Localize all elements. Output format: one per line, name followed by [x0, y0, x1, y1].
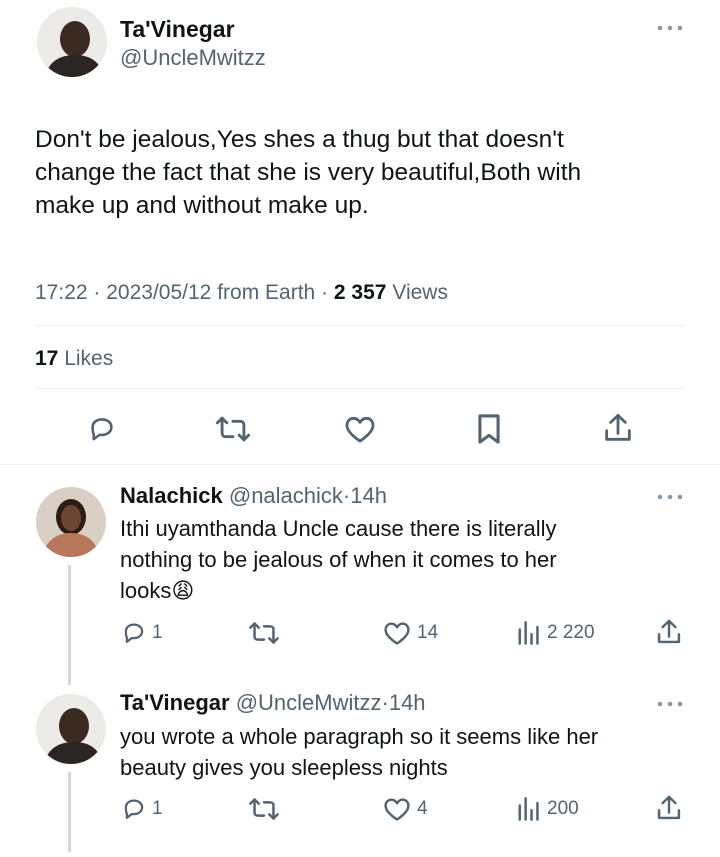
tweet-text-line: change the fact that she is very beautif…	[35, 159, 582, 186]
more-icon[interactable]	[655, 694, 685, 714]
author-handle[interactable]: @UncleMwitzz	[236, 690, 382, 715]
thread-line	[68, 772, 71, 852]
author-handle[interactable]: @UncleMwitzz	[120, 44, 266, 72]
share-button[interactable]	[600, 409, 636, 447]
tweet-meta: 17:22 · 2023/05/12 from Earth · 2 357 Vi…	[35, 279, 448, 307]
retweet-icon	[249, 622, 279, 644]
share-icon	[605, 413, 631, 441]
tweet-time[interactable]: 17:22	[35, 281, 88, 304]
retweet-icon	[215, 416, 251, 442]
avatar[interactable]	[36, 487, 106, 557]
reply-header: Ta'Vinegar @UncleMwitzz·14h	[120, 689, 426, 717]
separator: ·	[93, 281, 101, 304]
tweet-text-line: Don't be jealous,Yes shes a thug but tha…	[35, 126, 564, 153]
retweet-button[interactable]	[248, 795, 280, 823]
share-button[interactable]	[656, 617, 682, 647]
reply-button[interactable]: 1	[120, 619, 163, 647]
reply-text-line: looks	[120, 578, 172, 603]
retweet-icon	[249, 798, 279, 820]
reply-count: 1	[152, 622, 163, 643]
views-label: Views	[392, 281, 448, 304]
separator: ·	[381, 690, 389, 715]
divider	[35, 325, 685, 326]
like-button[interactable]	[342, 411, 378, 447]
reply-icon	[91, 418, 113, 441]
avatar[interactable]	[37, 7, 107, 77]
views-icon	[518, 621, 539, 645]
view-count: 2 220	[547, 622, 595, 643]
tweet-date[interactable]: 2023/05/12	[106, 281, 211, 304]
retweet-button[interactable]	[248, 619, 280, 647]
separator: ·	[321, 281, 329, 304]
reply-header: Nalachick @nalachick·14h	[120, 482, 387, 510]
reply-text-line: Ithi uyamthanda Uncle cause there is lit…	[120, 516, 557, 541]
more-icon[interactable]	[655, 18, 685, 38]
share-icon	[657, 619, 681, 644]
weary-face-emoji: 😩	[171, 578, 195, 603]
reply-actions: 1 14 2 220	[120, 617, 690, 649]
reply-text: Ithi uyamthanda Uncle cause there is lit…	[120, 513, 700, 606]
reply-icon	[124, 799, 144, 819]
views-button[interactable]: 2 220	[515, 619, 595, 647]
reply-text-line: you wrote a whole paragraph so it seems …	[120, 724, 599, 749]
views-button[interactable]: 200	[515, 795, 579, 823]
views-count: 2 357	[333, 281, 387, 304]
reply-text-line: beauty gives you sleepless nights	[120, 755, 448, 780]
likes-count: 17	[35, 347, 59, 370]
like-icon	[384, 798, 410, 821]
reply-text: you wrote a whole paragraph so it seems …	[120, 721, 700, 783]
share-button[interactable]	[656, 793, 682, 823]
like-icon	[345, 416, 375, 443]
likes-label: Likes	[64, 347, 114, 370]
reply-actions: 1 4 200	[120, 793, 690, 825]
like-icon	[384, 622, 410, 645]
view-count: 200	[547, 798, 579, 819]
bookmark-button[interactable]	[471, 411, 507, 447]
author-name[interactable]: Ta'Vinegar	[120, 690, 230, 715]
reply-age[interactable]: 14h	[350, 483, 387, 508]
author-name[interactable]: Ta'Vinegar	[120, 15, 235, 43]
divider	[35, 388, 685, 389]
reply-count: 1	[152, 798, 163, 819]
avatar[interactable]	[36, 694, 106, 764]
reply-text-line: nothing to be jealous of when it comes t…	[120, 547, 557, 572]
avatar-photo	[37, 7, 107, 77]
more-icon[interactable]	[655, 487, 685, 507]
author-name[interactable]: Nalachick	[120, 483, 223, 508]
tweet-source: from Earth	[217, 281, 316, 304]
divider	[0, 464, 720, 465]
likes-summary[interactable]: 17 Likes	[35, 345, 113, 373]
author-handle[interactable]: @nalachick	[229, 483, 343, 508]
bookmark-icon	[478, 414, 500, 444]
like-count: 14	[417, 622, 439, 643]
retweet-button[interactable]	[213, 411, 253, 447]
share-icon	[657, 795, 681, 820]
avatar-photo	[36, 487, 106, 557]
like-button[interactable]: 14	[383, 619, 438, 647]
reply-age[interactable]: 14h	[389, 690, 426, 715]
tweet-text: Don't be jealous,Yes shes a thug but tha…	[35, 123, 705, 222]
reply-icon	[124, 623, 144, 643]
avatar-photo	[36, 694, 106, 764]
tweet-text-line: make up and without make up.	[35, 192, 369, 219]
views-icon	[518, 797, 539, 821]
like-count: 4	[417, 798, 428, 819]
thread-line	[68, 565, 71, 685]
reply-button[interactable]	[84, 411, 120, 447]
reply-button[interactable]: 1	[120, 795, 163, 823]
like-button[interactable]: 4	[383, 795, 428, 823]
